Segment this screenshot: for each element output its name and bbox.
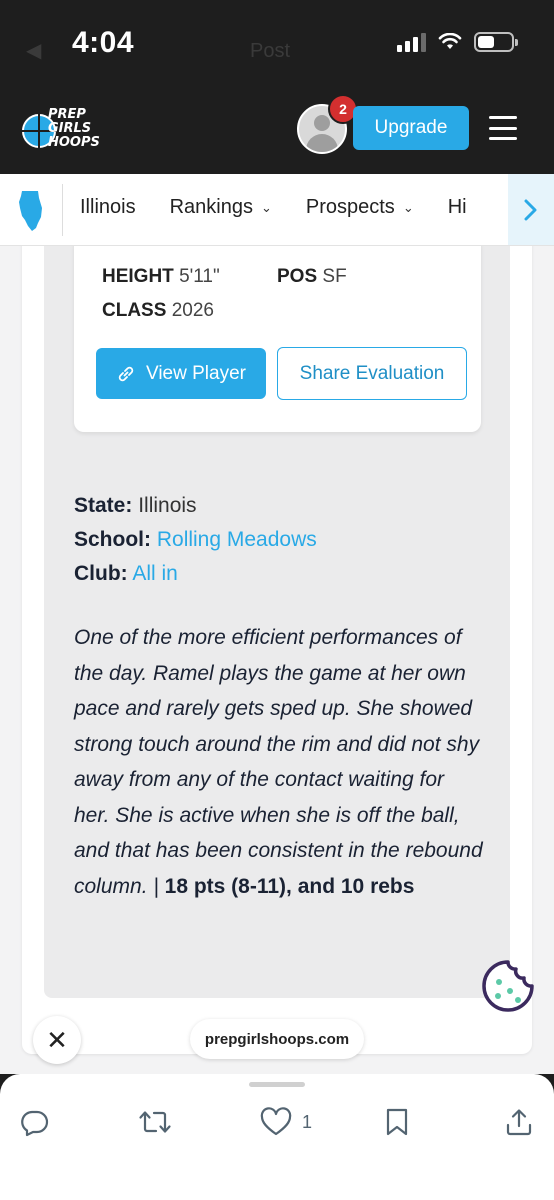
sheet-grabber[interactable] <box>249 1082 305 1087</box>
link-icon <box>118 366 134 381</box>
player-card: HEIGHT 5'11" POS SF CLASS 2026 View Play… <box>74 246 481 432</box>
view-player-button[interactable]: View Player <box>96 348 266 399</box>
domain-pill[interactable]: prepgirlshoops.com <box>190 1019 364 1059</box>
bookmark-button[interactable] <box>384 1104 410 1140</box>
chevron-down-icon: ⌄ <box>260 199 272 215</box>
tweet-actions: 1 <box>0 1104 554 1140</box>
class-row: CLASS 2026 <box>102 300 214 321</box>
share-evaluation-button[interactable]: Share Evaluation <box>277 347 467 400</box>
school-link[interactable]: Rolling Meadows <box>157 528 317 551</box>
chevron-down-icon: ⌄ <box>402 199 414 215</box>
reply-button[interactable] <box>20 1104 50 1140</box>
illinois-state-icon <box>19 191 42 231</box>
page-content: HEIGHT 5'11" POS SF CLASS 2026 View Play… <box>0 246 554 1074</box>
tweet-action-sheet: 1 <box>0 1074 554 1200</box>
state-line: State: Illinois <box>74 494 197 517</box>
position-row: POS SF <box>277 266 347 287</box>
reply-icon <box>21 1110 49 1137</box>
signal-icon <box>397 32 426 52</box>
status-time: 4:04 <box>72 26 135 59</box>
nav-divider <box>62 184 63 236</box>
site-header: PREP GIRLS HOOPS 2 Upgrade <box>0 88 554 174</box>
status-icons <box>397 30 518 54</box>
site-logo[interactable]: PREP GIRLS HOOPS <box>22 106 110 156</box>
back-ghost-icon: ◀ <box>26 40 42 62</box>
like-button[interactable]: 1 <box>260 1104 312 1140</box>
evaluation-text: One of the more efficient performances o… <box>74 626 483 898</box>
ghost-title: Post <box>250 40 291 62</box>
share-button[interactable] <box>504 1104 534 1140</box>
nav-item-illinois[interactable]: Illinois <box>80 196 136 219</box>
nav-item-prospects[interactable]: Prospects ⌄ <box>306 196 414 219</box>
logo-text: PREP GIRLS HOOPS <box>48 107 100 150</box>
nav-next-button[interactable] <box>508 174 554 245</box>
status-bar: ◀ 4:04 Post <box>0 0 554 88</box>
close-browser-button[interactable]: ✕ <box>33 1016 81 1064</box>
repost-button[interactable] <box>138 1104 172 1140</box>
like-count: 1 <box>302 1111 313 1132</box>
section-nav: Illinois Rankings ⌄ Prospects ⌄ Hi <box>0 174 554 246</box>
cookie-icon[interactable] <box>480 958 536 1014</box>
wifi-icon <box>438 33 462 49</box>
height-row: HEIGHT 5'11" <box>102 266 220 287</box>
chevron-right-icon <box>524 199 537 221</box>
school-line: School: Rolling Meadows <box>74 528 317 551</box>
upgrade-button[interactable]: Upgrade <box>353 106 469 150</box>
heart-icon <box>260 1107 292 1136</box>
close-icon: ✕ <box>46 1024 68 1055</box>
club-link[interactable]: All in <box>132 562 178 585</box>
nav-item-rankings[interactable]: Rankings ⌄ <box>170 196 272 219</box>
club-line: Club: All in <box>74 562 178 585</box>
repost-icon <box>139 1111 171 1133</box>
nav-item-hi[interactable]: Hi <box>448 196 467 219</box>
bookmark-icon <box>386 1108 408 1136</box>
battery-icon <box>474 32 518 52</box>
evaluation-stats: 18 pts (8-11), and 10 rebs <box>164 874 415 898</box>
share-icon <box>506 1109 532 1136</box>
menu-icon[interactable] <box>489 116 517 140</box>
nav-items: Illinois Rankings ⌄ Prospects ⌄ Hi <box>80 196 501 219</box>
